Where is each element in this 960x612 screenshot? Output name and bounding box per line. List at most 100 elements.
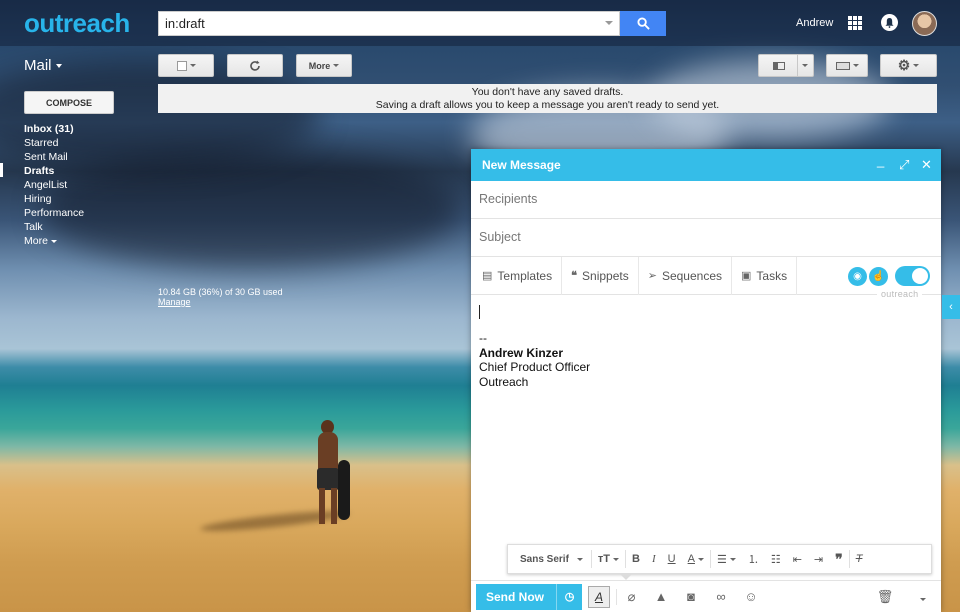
italic-button[interactable]: I: [646, 553, 662, 565]
input-tools-button[interactable]: [826, 54, 868, 77]
minimize-icon[interactable]: _: [877, 153, 884, 168]
compose-header[interactable]: New Message _ ⤢ ✕: [471, 149, 941, 181]
indent-less-button[interactable]: ⇤: [787, 553, 808, 566]
refresh-button[interactable]: [227, 54, 283, 77]
link-icon[interactable]: ∞: [706, 589, 736, 604]
indent-more-icon: ⇥: [813, 553, 824, 566]
more-options-icon[interactable]: [906, 589, 936, 604]
trash-icon[interactable]: 🗑: [870, 589, 900, 605]
schedule-clock-icon[interactable]: ◷: [556, 583, 582, 610]
chevron-down-icon: [852, 64, 859, 67]
emoji-icon[interactable]: ☺: [736, 589, 766, 604]
sidebar-item-starred[interactable]: Starred: [24, 136, 84, 150]
search-options-icon[interactable]: [605, 21, 613, 25]
search-box[interactable]: [158, 11, 620, 36]
underline-icon: U: [667, 553, 676, 565]
top-bar: outreach Andrew: [0, 0, 960, 46]
indent-less-icon: ⇤: [792, 553, 802, 566]
recipients-field[interactable]: Recipients: [471, 181, 941, 219]
chevron-down-icon: [189, 64, 196, 67]
align-select[interactable]: ☰: [711, 553, 742, 566]
more-button[interactable]: More: [296, 54, 352, 77]
signature-company: Outreach: [479, 374, 529, 389]
split-pane-button[interactable]: [758, 54, 814, 77]
bold-button[interactable]: B: [626, 553, 646, 565]
send-now-label: Send Now: [486, 589, 545, 604]
outreach-toggle[interactable]: [895, 266, 930, 286]
search-input[interactable]: [159, 12, 599, 35]
select-checkbox-button[interactable]: [158, 54, 214, 77]
notice-line-1: You don't have any saved drafts.: [471, 86, 624, 98]
click-tracking-icon[interactable]: ☝: [869, 267, 888, 286]
message-body[interactable]: -- Andrew Kinzer Chief Product Officer O…: [479, 305, 590, 389]
notifications-bell-icon[interactable]: [881, 14, 898, 31]
sidebar-item-hiring[interactable]: Hiring: [24, 192, 84, 206]
signature-title: Chief Product Officer: [479, 360, 591, 374]
numbered-list-button[interactable]: ⒈: [742, 551, 765, 567]
font-family-select[interactable]: Sans Serif: [514, 550, 592, 568]
sequences-button[interactable]: ➢ Sequences: [639, 256, 732, 295]
chevron-left-icon: ‹: [949, 301, 953, 313]
sidebar-nav: Inbox (31) Starred Sent Mail Drafts Ange…: [24, 122, 84, 248]
mail-label: Mail: [24, 57, 52, 74]
chevron-down-icon: [802, 64, 808, 67]
google-drive-icon[interactable]: ▲: [646, 589, 676, 604]
calendar-check-icon: ▣: [741, 270, 752, 282]
quote-button[interactable]: ❞: [829, 550, 850, 568]
expand-icon[interactable]: ⤢: [899, 157, 909, 173]
remove-formatting-button[interactable]: T: [850, 553, 869, 565]
search-button[interactable]: [620, 11, 666, 36]
chevron-down-icon: [576, 557, 583, 561]
send-now-button[interactable]: Send Now ◷: [476, 583, 583, 610]
storage-text: 10.84 GB (36%) of 30 GB used: [158, 287, 283, 297]
eye-tracking-icon[interactable]: ◉: [848, 267, 867, 286]
manage-storage-link[interactable]: Manage: [158, 297, 191, 307]
sidebar-item-performance[interactable]: Performance: [24, 206, 84, 220]
subject-field[interactable]: Subject: [471, 219, 941, 257]
text-cursor: [479, 305, 480, 319]
bulleted-list-button[interactable]: ☷: [765, 553, 787, 566]
font-size-select[interactable]: тT: [592, 550, 627, 568]
font-family-label: Sans Serif: [520, 553, 569, 565]
compose-button[interactable]: COMPOSE: [24, 91, 114, 114]
sidebar-item-more[interactable]: More: [24, 234, 84, 248]
numbered-list-icon: ⒈: [747, 554, 759, 566]
underline-button[interactable]: U: [662, 553, 682, 565]
settings-button[interactable]: ⚙: [880, 54, 937, 77]
more-label: More: [308, 60, 331, 71]
keyboard-icon: [835, 61, 850, 70]
surfer-image: [308, 420, 354, 530]
side-panel-toggle[interactable]: ‹: [942, 295, 960, 319]
close-icon[interactable]: ✕: [921, 157, 932, 173]
outreach-logo[interactable]: outreach: [24, 8, 130, 39]
formatting-options-icon[interactable]: A: [588, 585, 611, 608]
font-size-icon: тT: [597, 553, 611, 565]
sidebar-item-sent-mail[interactable]: Sent Mail: [24, 150, 84, 164]
split-pane-icon: [773, 61, 785, 70]
text-color-select[interactable]: A: [682, 550, 711, 568]
camera-icon[interactable]: ◙: [676, 589, 706, 604]
sidebar-item-inbox[interactable]: Inbox (31): [24, 122, 84, 136]
text-color-icon: A: [687, 553, 695, 565]
sidebar-item-angellist[interactable]: AngelList: [24, 178, 84, 192]
user-name[interactable]: Andrew: [796, 17, 833, 29]
snippets-button[interactable]: ❝ Snippets: [562, 256, 639, 295]
sidebar-item-drafts[interactable]: Drafts: [24, 164, 84, 178]
chevron-down-icon: [50, 239, 57, 243]
chevron-down-icon: [55, 64, 62, 69]
quote-icon: ❞: [835, 550, 843, 567]
chevron-down-icon: [729, 557, 736, 561]
signature-name: Andrew Kinzer: [479, 345, 564, 360]
avatar[interactable]: [912, 11, 937, 36]
mail-switcher[interactable]: Mail: [24, 57, 62, 74]
storage-usage: 10.84 GB (36%) of 30 GB used Manage: [158, 287, 283, 307]
templates-button[interactable]: ▤ Templates: [473, 256, 563, 295]
indent-more-button[interactable]: ⇥: [808, 553, 829, 566]
apps-grid-icon[interactable]: [848, 16, 862, 30]
sidebar-item-talk[interactable]: Talk: [24, 220, 84, 234]
paperclip-icon[interactable]: ⌀: [616, 588, 646, 605]
tasks-button[interactable]: ▣ Tasks: [732, 256, 798, 295]
chevron-down-icon: [913, 64, 920, 67]
templates-label: Templates: [497, 268, 553, 283]
compose-window: New Message _ ⤢ ✕ Recipients Subject ▤ Te…: [471, 149, 941, 612]
